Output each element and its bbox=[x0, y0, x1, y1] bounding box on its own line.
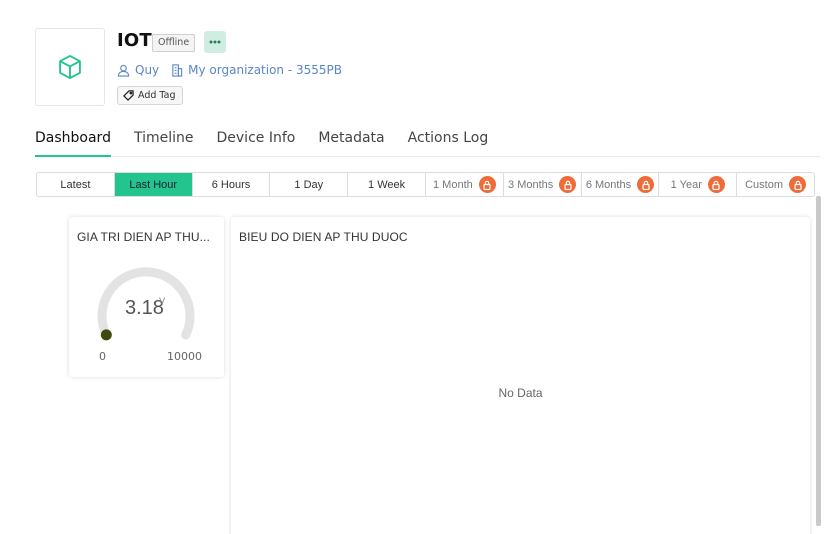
range-6-hours[interactable]: 6 Hours bbox=[193, 173, 271, 196]
device-name: IOT bbox=[117, 30, 152, 51]
range-latest[interactable]: Latest bbox=[37, 173, 115, 196]
device-avatar bbox=[35, 28, 105, 106]
more-button[interactable] bbox=[204, 31, 226, 53]
tag-icon bbox=[123, 90, 134, 101]
gauge-widget[interactable]: GIA TRI DIEN AP THU... 3.18 V 0 10000 bbox=[69, 217, 224, 377]
building-icon bbox=[172, 63, 183, 77]
gauge-indicator bbox=[100, 329, 112, 341]
range-label: Last Hour bbox=[129, 178, 178, 191]
lock-icon bbox=[478, 176, 496, 193]
lock-icon bbox=[789, 176, 807, 193]
tab-dashboard[interactable]: Dashboard bbox=[35, 126, 111, 157]
lock-icon bbox=[637, 176, 655, 193]
tab-timeline[interactable]: Timeline bbox=[134, 126, 194, 157]
range-custom[interactable]: Custom bbox=[737, 173, 814, 196]
tab-actions-log[interactable]: Actions Log bbox=[408, 126, 489, 157]
range-label: Latest bbox=[60, 178, 91, 191]
range-label: 1 Year bbox=[670, 178, 702, 191]
time-range-selector: Latest Last Hour 6 Hours 1 Day 1 Week 1 … bbox=[36, 172, 815, 197]
range-label: 6 Months bbox=[585, 178, 632, 191]
organization-link[interactable]: My organization - 3555PB bbox=[171, 63, 342, 77]
range-1-week[interactable]: 1 Week bbox=[348, 173, 426, 196]
device-tabs: Dashboard Timeline Device Info Metadata … bbox=[35, 126, 820, 157]
range-label: 1 Day bbox=[294, 178, 324, 191]
tab-device-info[interactable]: Device Info bbox=[217, 126, 296, 157]
lock-icon bbox=[707, 176, 725, 193]
status-badge: Offline bbox=[152, 34, 196, 52]
range-1-day[interactable]: 1 Day bbox=[270, 173, 349, 196]
range-label: 1 Month bbox=[433, 178, 473, 191]
range-label: Custom bbox=[745, 178, 784, 191]
range-1-year[interactable]: 1 Year bbox=[659, 173, 738, 196]
chart-widget[interactable]: BIEU DO DIEN AP THU DUOC No Data bbox=[231, 217, 810, 534]
owner-link[interactable]: Quy bbox=[117, 63, 159, 77]
range-last-hour[interactable]: Last Hour bbox=[114, 173, 193, 196]
range-1-month[interactable]: 1 Month bbox=[426, 173, 504, 196]
gauge-min: 0 bbox=[99, 350, 106, 363]
user-icon bbox=[117, 64, 130, 77]
device-meta: Quy My organization - 3555PB bbox=[117, 62, 354, 78]
lock-icon bbox=[559, 176, 577, 193]
range-3-months[interactable]: 3 Months bbox=[504, 173, 582, 196]
chart-title: BIEU DO DIEN AP THU DUOC bbox=[239, 230, 408, 244]
gauge-max: 10000 bbox=[167, 350, 202, 363]
range-label: 3 Months bbox=[508, 178, 554, 191]
organization-name: My organization - 3555PB bbox=[188, 63, 343, 77]
more-dots-icon bbox=[209, 40, 221, 44]
add-tag-button[interactable]: Add Tag bbox=[117, 86, 183, 105]
range-label: 6 Hours bbox=[211, 178, 251, 191]
range-label: 1 Week bbox=[368, 178, 406, 191]
add-tag-label: Add Tag bbox=[138, 90, 176, 101]
page-scrollbar[interactable] bbox=[816, 196, 821, 526]
tab-metadata[interactable]: Metadata bbox=[318, 126, 384, 157]
cube-icon bbox=[59, 54, 81, 80]
gauge-unit: V bbox=[159, 297, 166, 307]
no-data-message: No Data bbox=[498, 386, 543, 400]
range-6-months[interactable]: 6 Months bbox=[582, 173, 660, 196]
owner-name: Quy bbox=[135, 63, 160, 77]
